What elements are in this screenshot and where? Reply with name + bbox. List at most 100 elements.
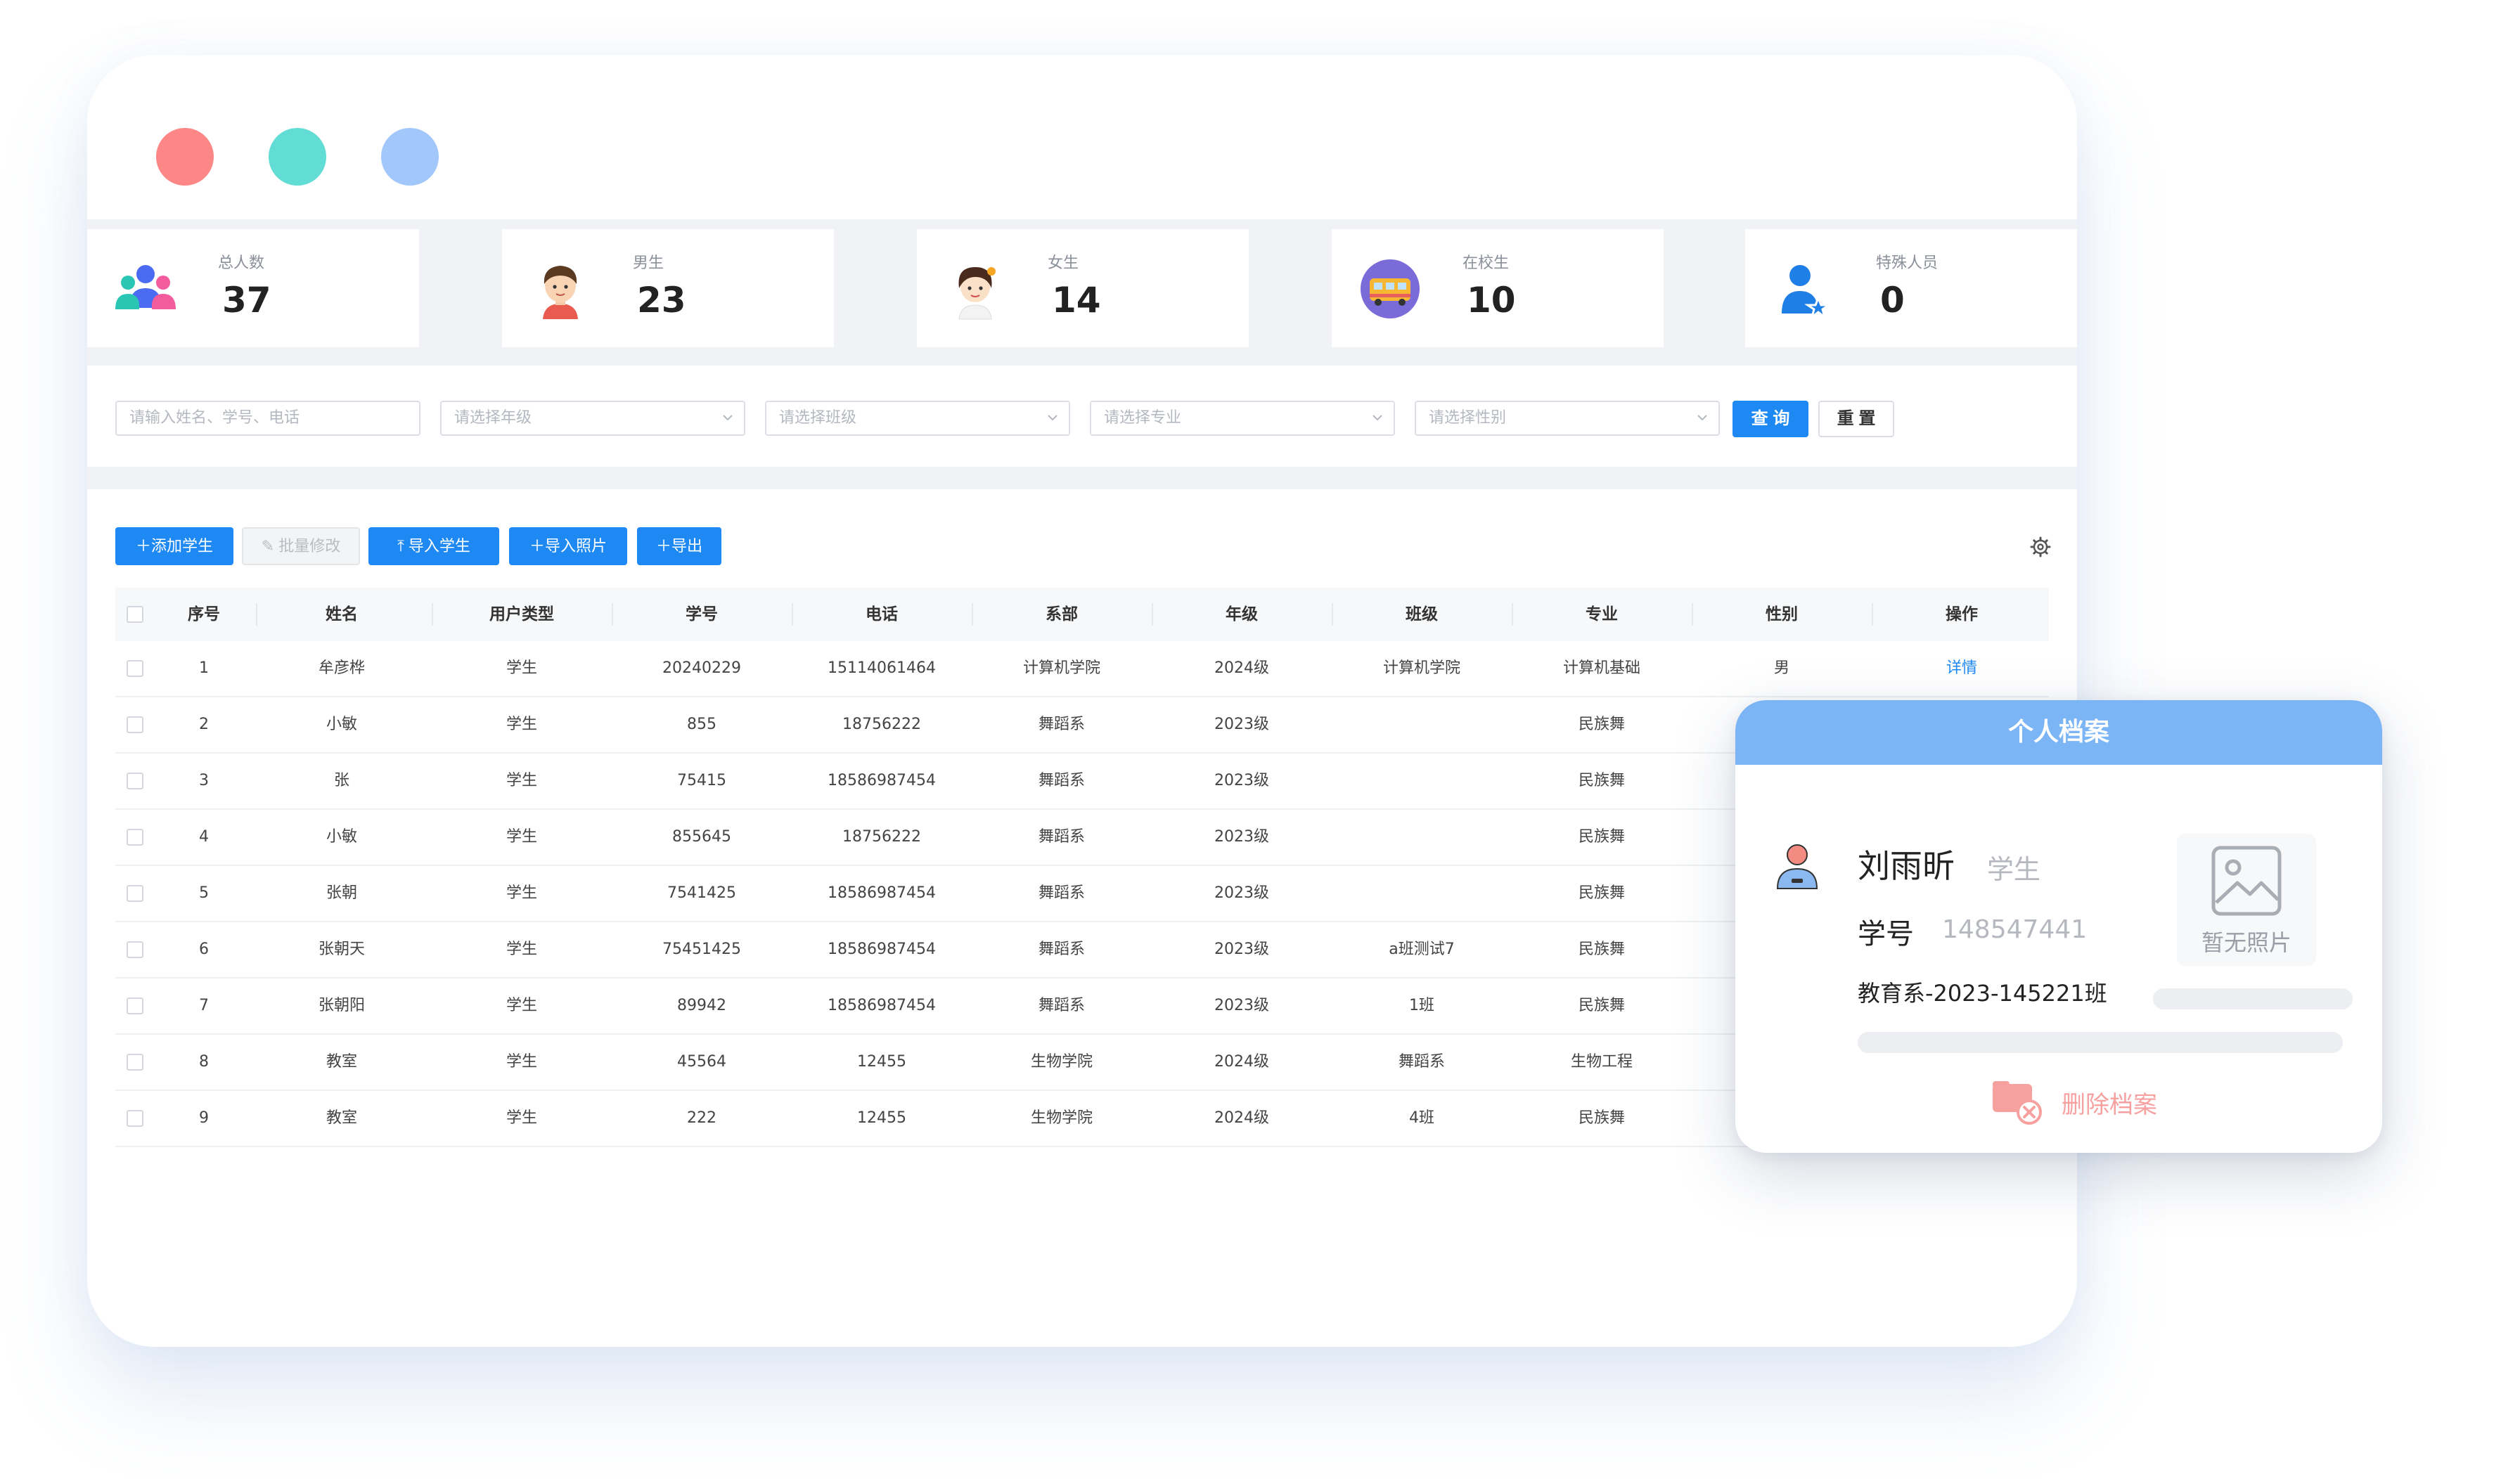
profile-role: 学生 bbox=[1987, 854, 2041, 885]
cell-student-id: 855645 bbox=[672, 828, 731, 846]
row-checkbox[interactable] bbox=[127, 829, 143, 846]
row-checkbox[interactable] bbox=[127, 885, 143, 902]
plus-icon: ＋ bbox=[529, 537, 545, 555]
stat-value: 0 bbox=[1880, 280, 1905, 321]
cell-department: 舞蹈系 bbox=[1038, 884, 1086, 902]
cell-phone: 18586987454 bbox=[828, 941, 936, 958]
gender-select-placeholder: 请选择性别 bbox=[1429, 409, 1507, 427]
cell-grade: 2023级 bbox=[1214, 716, 1269, 733]
cell-user-type: 学生 bbox=[506, 997, 538, 1014]
cell-name: 张朝阳 bbox=[318, 997, 366, 1014]
reset-button[interactable]: 重 置 bbox=[1818, 401, 1894, 437]
male-student-avatar-icon bbox=[543, 266, 578, 319]
stat-card-male: 男生 23 bbox=[502, 229, 834, 347]
cell-name: 牟彦桦 bbox=[318, 659, 366, 677]
select-all-checkbox[interactable] bbox=[127, 606, 143, 623]
cell-phone: 18756222 bbox=[842, 716, 921, 733]
stat-value: 10 bbox=[1467, 280, 1516, 321]
cell-grade: 2023级 bbox=[1214, 828, 1269, 846]
stat-label: 在校生 bbox=[1462, 254, 1510, 272]
cell-major: 民族舞 bbox=[1578, 1109, 1626, 1127]
edit-pencil-icon: ✎ bbox=[261, 537, 275, 555]
import-students-label: 导入学生 bbox=[408, 537, 470, 555]
add-student-button[interactable]: ＋添加学生 bbox=[115, 527, 233, 565]
stat-card-female: 女生 14 bbox=[917, 229, 1249, 347]
row-checkbox[interactable] bbox=[127, 660, 143, 677]
cell-student-id: 855 bbox=[687, 716, 716, 733]
cell-name: 张 bbox=[333, 772, 350, 789]
cell-user-type: 学生 bbox=[506, 941, 538, 958]
class-select[interactable]: 请选择班级 bbox=[765, 401, 1070, 436]
delete-profile-button[interactable]: 删除档案 bbox=[2062, 1085, 2157, 1120]
cell-department: 舞蹈系 bbox=[1038, 941, 1086, 958]
column-separator bbox=[1872, 603, 1873, 626]
import-photos-label: 导入照片 bbox=[545, 537, 608, 555]
cell-phone: 15114061464 bbox=[828, 659, 936, 677]
delete-file-icon[interactable] bbox=[1990, 1078, 2043, 1125]
cell-name: 张朝 bbox=[326, 884, 358, 902]
row-checkbox[interactable] bbox=[127, 716, 143, 733]
major-select-placeholder: 请选择专业 bbox=[1104, 409, 1182, 427]
profile-id-label: 学号 bbox=[1858, 918, 1914, 950]
cell-name: 张朝天 bbox=[318, 941, 366, 958]
cell-index: 3 bbox=[199, 772, 209, 789]
row-checkbox[interactable] bbox=[127, 997, 143, 1014]
export-label: 导出 bbox=[671, 537, 703, 555]
photo-placeholder[interactable]: 暂无照片 bbox=[2177, 834, 2316, 966]
row-checkbox[interactable] bbox=[127, 1110, 143, 1127]
add-student-label: 添加学生 bbox=[151, 537, 214, 555]
gender-select[interactable]: 请选择性别 bbox=[1415, 401, 1720, 436]
column-header-user-type: 用户类型 bbox=[489, 605, 554, 624]
stats-band: 总人数 37 男生 23 女生 14 在校生 10 特殊人员 0 bbox=[87, 219, 2077, 366]
table-row[interactable]: 1 牟彦桦 学生 20240229 15114061464 计算机学院 2024级 计算机学院… bbox=[115, 641, 2049, 697]
import-photos-button[interactable]: ＋导入照片 bbox=[509, 527, 627, 565]
column-separator bbox=[1332, 603, 1333, 626]
cell-phone: 18756222 bbox=[842, 828, 921, 846]
cell-user-type: 学生 bbox=[506, 884, 538, 902]
filter-bar: 请输入姓名、学号、电话 请选择年级 请选择班级 请选择专业 请选择性别 查 询 … bbox=[87, 366, 2077, 467]
cell-index: 2 bbox=[199, 716, 209, 733]
column-header-major: 专业 bbox=[1586, 605, 1618, 624]
major-select[interactable]: 请选择专业 bbox=[1090, 401, 1395, 436]
row-checkbox[interactable] bbox=[127, 941, 143, 958]
cell-user-type: 学生 bbox=[506, 1109, 538, 1127]
search-input[interactable]: 请输入姓名、学号、电话 bbox=[115, 401, 420, 436]
cell-major: 民族舞 bbox=[1578, 941, 1626, 958]
cell-major: 民族舞 bbox=[1578, 884, 1626, 902]
skeleton-bar bbox=[2153, 988, 2353, 1009]
cell-department: 计算机学院 bbox=[1022, 659, 1101, 677]
chevron-down-icon bbox=[1697, 415, 1707, 421]
cell-index: 4 bbox=[199, 828, 209, 846]
cell-grade: 2023级 bbox=[1214, 884, 1269, 902]
stat-card-enrolled: 在校生 10 bbox=[1332, 229, 1664, 347]
cell-grade: 2024级 bbox=[1214, 1109, 1269, 1127]
column-separator bbox=[1692, 603, 1693, 626]
window-maximize-dot[interactable] bbox=[381, 128, 439, 186]
group-users-icon bbox=[115, 265, 176, 309]
gear-icon[interactable] bbox=[2029, 536, 2052, 558]
chevron-down-icon bbox=[723, 415, 733, 421]
row-detail-link[interactable]: 详情 bbox=[1946, 641, 1977, 696]
cell-student-id: 75415 bbox=[677, 772, 726, 789]
window-minimize-dot[interactable] bbox=[269, 128, 326, 186]
column-separator bbox=[612, 603, 613, 626]
window-close-dot[interactable] bbox=[156, 128, 214, 186]
column-separator bbox=[1512, 603, 1513, 626]
cell-name: 教室 bbox=[326, 1109, 358, 1127]
cell-department: 舞蹈系 bbox=[1038, 772, 1086, 789]
query-button[interactable]: 查 询 bbox=[1732, 401, 1808, 437]
cell-phone: 18586987454 bbox=[828, 772, 936, 789]
export-button[interactable]: ＋导出 bbox=[637, 527, 721, 565]
row-checkbox[interactable] bbox=[127, 773, 143, 789]
column-header-grade: 年级 bbox=[1226, 605, 1258, 624]
cell-name: 教室 bbox=[326, 1053, 358, 1071]
column-separator bbox=[1152, 603, 1153, 626]
cell-grade: 2023级 bbox=[1214, 941, 1269, 958]
section-divider bbox=[87, 467, 2077, 489]
import-students-button[interactable]: ⤒ 导入学生 bbox=[368, 527, 499, 565]
row-checkbox[interactable] bbox=[127, 1054, 143, 1071]
cell-major: 民族舞 bbox=[1578, 997, 1626, 1014]
plus-icon: ＋ bbox=[655, 537, 671, 555]
grade-select[interactable]: 请选择年级 bbox=[440, 401, 745, 436]
batch-edit-button[interactable]: ✎ 批量修改 bbox=[242, 527, 360, 565]
